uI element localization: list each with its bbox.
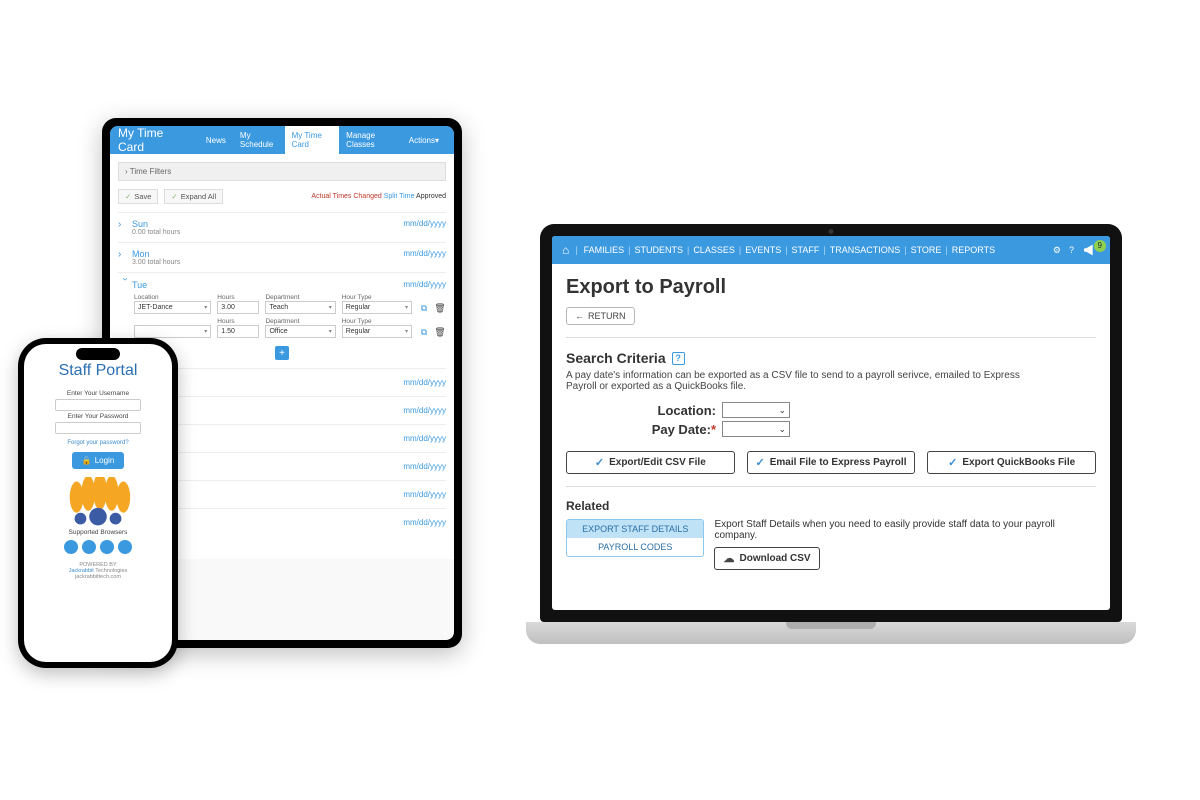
chevron-right-icon: › bbox=[118, 249, 132, 260]
lock-icon: 🔒 bbox=[82, 456, 92, 465]
browser-icon bbox=[64, 540, 78, 554]
nav-events[interactable]: EVENTS bbox=[745, 245, 781, 255]
browser-icon bbox=[118, 540, 132, 554]
section-heading: Search Criteria ? bbox=[566, 350, 1096, 366]
phone-notch bbox=[76, 348, 120, 360]
laptop-device: ⌂ | FAMILIES| STUDENTS| CLASSES| EVENTS|… bbox=[526, 224, 1136, 644]
supported-browsers-label: Supported Browsers bbox=[69, 529, 128, 536]
home-icon[interactable]: ⌂ bbox=[562, 243, 569, 257]
camera-icon bbox=[829, 229, 834, 234]
download-csv-button[interactable]: ☁Download CSV bbox=[714, 547, 819, 570]
time-entry-row: ▾ Hours1.50 DepartmentOffice▾ Hour TypeR… bbox=[134, 318, 446, 338]
nav-classes[interactable]: CLASSES bbox=[693, 245, 735, 255]
tab-news[interactable]: News bbox=[199, 126, 233, 154]
hours-input[interactable]: 3.00 bbox=[217, 301, 259, 314]
email-express-payroll-button[interactable]: ✓Email File to Express Payroll bbox=[747, 451, 916, 474]
tab-my-time-card[interactable]: My Time Card bbox=[285, 126, 340, 154]
tablet-tabs: News My Schedule My Time Card Manage Cla… bbox=[199, 126, 446, 154]
day-name: Mon bbox=[132, 249, 180, 259]
browser-icon bbox=[100, 540, 114, 554]
hour-type-select[interactable]: Regular▾ bbox=[342, 325, 412, 338]
username-label: Enter Your Username bbox=[67, 390, 129, 397]
browser-icons bbox=[64, 540, 132, 554]
password-label: Enter Your Password bbox=[68, 413, 129, 420]
nav-store[interactable]: STORE bbox=[911, 245, 942, 255]
top-nav: ⌂ | FAMILIES| STUDENTS| CLASSES| EVENTS|… bbox=[552, 236, 1110, 264]
location-select[interactable]: ▾ bbox=[134, 325, 211, 338]
department-select[interactable]: Teach▾ bbox=[265, 301, 335, 314]
hours-input[interactable]: 1.50 bbox=[217, 325, 259, 338]
laptop-screen: ⌂ | FAMILIES| STUDENTS| CLASSES| EVENTS|… bbox=[552, 236, 1110, 610]
tab-payroll-codes[interactable]: PAYROLL CODES bbox=[567, 538, 703, 556]
nav-families[interactable]: FAMILIES bbox=[584, 245, 625, 255]
trash-icon[interactable]: 🗑 bbox=[434, 326, 446, 338]
time-entry-row: LocationJET-Dance▾ Hours3.00 DepartmentT… bbox=[134, 294, 446, 314]
day-sub: 0.00 total hours bbox=[132, 229, 180, 236]
add-entry-button[interactable]: + bbox=[275, 346, 289, 360]
nav-students[interactable]: STUDENTS bbox=[634, 245, 683, 255]
staff-portal-title: Staff Portal bbox=[59, 362, 138, 380]
nav-staff[interactable]: STAFF bbox=[792, 245, 820, 255]
location-label: Location: bbox=[566, 403, 716, 418]
help-icon[interactable]: ? bbox=[1069, 245, 1074, 255]
phone-device: Staff Portal Enter Your Username Enter Y… bbox=[18, 338, 178, 668]
laptop-base bbox=[526, 622, 1136, 644]
related-description: Export Staff Details when you need to ea… bbox=[714, 519, 1096, 541]
time-filters-accordion[interactable]: › Time Filters bbox=[118, 162, 446, 181]
tab-manage-classes[interactable]: Manage Classes bbox=[339, 126, 402, 154]
hour-type-select[interactable]: Regular▾ bbox=[342, 301, 412, 314]
phone-screen: Staff Portal Enter Your Username Enter Y… bbox=[24, 344, 172, 662]
browser-icon bbox=[82, 540, 96, 554]
login-button[interactable]: 🔒Login bbox=[72, 452, 125, 469]
gear-icon[interactable]: ⚙ bbox=[1053, 245, 1061, 256]
department-select[interactable]: Office▾ bbox=[265, 325, 335, 338]
copy-icon[interactable]: ⧉ bbox=[418, 326, 430, 338]
tab-actions[interactable]: Actions ▾ bbox=[402, 126, 446, 154]
tab-my-schedule[interactable]: My Schedule bbox=[233, 126, 285, 154]
location-select[interactable]: JET-Dance▾ bbox=[134, 301, 211, 314]
day-row-mon[interactable]: › Mon 3.00 total hours mm/dd/yyyy bbox=[118, 242, 446, 272]
day-date: mm/dd/yyyy bbox=[403, 280, 446, 289]
page-title: Export to Payroll bbox=[566, 276, 1096, 299]
pay-date-label: Pay Date:* bbox=[566, 422, 716, 437]
powered-by: POWERED BY Jackrabbit Technologies jackr… bbox=[69, 562, 128, 580]
day-sub: 3.00 total hours bbox=[132, 259, 180, 266]
day-name: Sun bbox=[132, 219, 180, 229]
notification-badge: 9 bbox=[1094, 240, 1106, 252]
related-heading: Related bbox=[566, 499, 1096, 513]
tab-export-staff-details[interactable]: EXPORT STAFF DETAILS bbox=[567, 520, 703, 538]
day-date: mm/dd/yyyy bbox=[403, 249, 446, 258]
pay-date-select[interactable]: ⌄ bbox=[722, 421, 790, 437]
day-date: mm/dd/yyyy bbox=[403, 219, 446, 228]
export-quickbooks-button[interactable]: ✓Export QuickBooks File bbox=[927, 451, 1096, 474]
chevron-down-icon[interactable]: › bbox=[120, 278, 131, 292]
username-input[interactable] bbox=[55, 399, 141, 411]
copy-icon[interactable]: ⧉ bbox=[418, 302, 430, 314]
help-box-icon[interactable]: ? bbox=[672, 352, 685, 365]
nav-transactions[interactable]: TRANSACTIONS bbox=[830, 245, 901, 255]
trash-icon[interactable]: 🗑 bbox=[434, 302, 446, 314]
export-csv-button[interactable]: ✓Export/Edit CSV File bbox=[566, 451, 735, 474]
mascot-illustration bbox=[59, 477, 137, 527]
expand-all-button[interactable]: ✓Expand All bbox=[164, 189, 223, 204]
section-description: A pay date's information can be exported… bbox=[566, 370, 1046, 392]
related-tabs: EXPORT STAFF DETAILS PAYROLL CODES bbox=[566, 519, 704, 557]
tablet-title: My Time Card bbox=[118, 126, 185, 154]
password-input[interactable] bbox=[55, 422, 141, 434]
location-select[interactable]: ⌄ bbox=[722, 402, 790, 418]
forgot-password-link[interactable]: Forgot your password? bbox=[67, 440, 128, 446]
legend: Actual Times Changed Split Time Approved bbox=[311, 193, 446, 200]
day-row-sun[interactable]: › Sun 0.00 total hours mm/dd/yyyy bbox=[118, 212, 446, 242]
save-button[interactable]: ✓Save bbox=[118, 189, 158, 204]
return-button[interactable]: ← RETURN bbox=[566, 307, 635, 325]
tablet-header: My Time Card News My Schedule My Time Ca… bbox=[110, 126, 454, 154]
cloud-download-icon: ☁ bbox=[723, 552, 734, 565]
megaphone-icon[interactable]: 9 bbox=[1082, 239, 1100, 261]
day-name: Tue bbox=[132, 280, 147, 290]
chevron-right-icon: › bbox=[118, 219, 132, 230]
nav-reports[interactable]: REPORTS bbox=[952, 245, 995, 255]
